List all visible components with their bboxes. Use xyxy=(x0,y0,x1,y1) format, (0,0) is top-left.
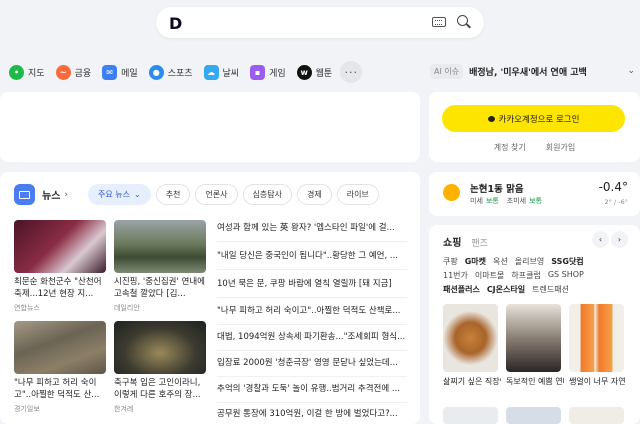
news-thumbnail[interactable] xyxy=(114,220,206,273)
search-input[interactable] xyxy=(192,13,422,32)
mall-link[interactable]: 이마트몰 xyxy=(475,270,504,281)
mall-link[interactable]: 트렌드패션 xyxy=(532,284,569,295)
mall-link[interactable]: 하프클럽 xyxy=(511,270,540,281)
sports-icon: ● xyxy=(148,64,164,80)
tab-press[interactable]: 언론사 xyxy=(195,184,238,205)
shopping-subtab[interactable]: 팬즈 xyxy=(471,236,488,249)
product-image[interactable] xyxy=(506,304,561,372)
headline-item[interactable]: 추억의 '경찰과 도둑' 놀이 유행..범거리 추격전에 ... xyxy=(217,375,407,403)
headline-item[interactable]: 공무원 통장에 310억원, 이걸 한 방에 벌었다고?... xyxy=(217,400,407,424)
product-image[interactable] xyxy=(569,407,624,424)
news-thumb-caption[interactable]: 축구복 입은 고인이라니, 이렇게 다른 호주의 장... xyxy=(114,377,206,401)
tab-live[interactable]: 라이브 xyxy=(336,184,379,205)
news-thumb-source: 한겨레 xyxy=(114,405,134,413)
shortcut-weather[interactable]: ☁ 날씨 xyxy=(201,60,243,84)
air-quality: 미세 보통 초미세 보통 xyxy=(470,197,542,205)
find-account-link[interactable]: 계정 찾기 xyxy=(494,142,526,153)
chevron-down-icon: ⌄ xyxy=(133,190,141,199)
map-icon: • xyxy=(9,64,24,80)
mall-link[interactable]: GS SHOP xyxy=(548,270,584,281)
news-thumb-source: 경기일보 xyxy=(14,405,40,413)
news-thumb-caption[interactable]: 시진핑, '중신집권' 연내에 고속철 깔았다 [김... xyxy=(114,276,206,300)
news-section: 뉴스 › 주요 뉴스 ⌄ 추천 언론사 심층탐사 경제 라이브 최문순 화천군수 … xyxy=(0,172,420,424)
mall-link[interactable]: 패션플러스 xyxy=(443,284,480,295)
news-thumbnail[interactable] xyxy=(14,220,106,273)
news-thumbnail[interactable] xyxy=(14,321,106,374)
mall-link[interactable]: 11번가 xyxy=(443,270,468,281)
mall-link[interactable]: G마켓 xyxy=(465,256,486,267)
chevron-left-icon[interactable]: ‹ xyxy=(592,231,609,248)
shortcut-mail[interactable]: ✉ 메일 xyxy=(99,60,141,84)
product-image[interactable] xyxy=(443,407,498,424)
product-image[interactable] xyxy=(569,304,624,372)
chevron-down-icon[interactable]: ⌄ xyxy=(627,66,635,76)
tab-economy[interactable]: 경제 xyxy=(296,184,332,205)
tab-indepth[interactable]: 심층탐사 xyxy=(242,184,292,205)
search-bar[interactable]: D xyxy=(156,7,484,38)
finance-icon: ~ xyxy=(55,64,71,80)
temperature-range: 2° / -6° xyxy=(604,198,628,206)
mall-link[interactable]: SSG닷컴 xyxy=(551,256,583,267)
more-icon[interactable]: ··· xyxy=(340,61,363,83)
weather-icon: ☁ xyxy=(203,64,219,80)
shortcut-map[interactable]: • 지도 xyxy=(6,60,48,84)
mall-links: 11번가 이마트몰 하프클럽 GS SHOP xyxy=(443,270,591,281)
headline-item[interactable]: 여성과 함께 있는 英 왕자? '엡스타인 파일'에 걸... xyxy=(217,214,407,242)
headline-item[interactable]: 10년 묵은 문, 쿠팡 바람에 열칙 열릴까 [돼 지금] xyxy=(217,270,407,298)
headline-item[interactable]: 입장료 2000원 '청춘극장' 영영 문닫나 싶었는데... xyxy=(217,349,407,377)
mail-icon: ✉ xyxy=(102,64,118,80)
news-thumb-caption[interactable]: 최문순 화천군수 "산천어축제...12년 현장 지... xyxy=(14,276,106,300)
mall-link[interactable]: 올리브영 xyxy=(515,256,544,267)
shortcut-webtoon[interactable]: w 웹툰 xyxy=(294,60,336,84)
news-thumbnail[interactable] xyxy=(114,321,206,374)
news-thumb-source: 데일리안 xyxy=(114,304,140,312)
signup-link[interactable]: 회원가입 xyxy=(546,142,575,153)
product-image[interactable] xyxy=(443,304,498,372)
tab-recommend[interactable]: 추천 xyxy=(155,184,191,205)
product-image[interactable] xyxy=(506,407,561,424)
ai-issue-ticker[interactable]: AI 이슈 배정남, '미우새'에서 연애 고백 ⌄ xyxy=(430,64,638,79)
mall-links: 쿠팡 G마켓 옥션 올리브영 SSG닷컴 xyxy=(443,256,591,267)
shortcut-sports[interactable]: ● 스포츠 xyxy=(146,60,196,84)
ai-issue-text[interactable]: 배정남, '미우새'에서 연애 고백 xyxy=(469,65,587,78)
sun-icon xyxy=(443,184,460,201)
daum-logo[interactable]: D xyxy=(169,14,182,33)
news-icon xyxy=(14,184,35,205)
mall-link[interactable]: CJ온스타일 xyxy=(487,284,525,295)
weather-location: 논현1동 맑음 xyxy=(470,184,524,195)
ai-issue-tag: AI 이슈 xyxy=(430,64,464,79)
current-temperature: -0.4° xyxy=(598,180,628,194)
search-icon[interactable] xyxy=(457,15,468,26)
headline-item[interactable]: 대법, 1094억원 상속세 파기환송..."조세회피 형식... xyxy=(217,323,407,351)
product-caption[interactable]: 삶찌기 싶은 직장인을 항... xyxy=(443,376,501,387)
webtoon-icon: w xyxy=(296,64,312,80)
shopping-section: 쇼핑 팬즈 ‹ › 쿠팡 G마켓 옥션 올리브영 SSG닷컴 11번가 이마트몰… xyxy=(429,225,640,424)
news-title[interactable]: 뉴스 xyxy=(42,187,60,202)
news-thumb-caption[interactable]: "나무 피하고 허리 숙이고"..아찔한 덕적도 산... xyxy=(14,377,106,401)
shortcut-game[interactable]: ▪ 게임 xyxy=(247,60,289,84)
banner-area xyxy=(0,92,420,162)
login-box: 카카오계정으로 로그인 계정 찾기 회원가입 xyxy=(429,92,640,162)
chevron-right-icon[interactable]: › xyxy=(611,231,628,248)
product-caption[interactable]: 독보적인 예쁨 연대급+... xyxy=(506,376,564,387)
mall-link[interactable]: 쿠팡 xyxy=(443,256,458,267)
headline-item[interactable]: "나무 피하고 허리 숙이고"..아찔한 덕적도 산책로... xyxy=(217,297,407,325)
keyboard-icon[interactable] xyxy=(432,17,446,27)
mall-links: 패션플러스 CJ온스타일 트렌드패션 xyxy=(443,284,576,295)
mall-link[interactable]: 옥션 xyxy=(493,256,508,267)
weather-widget[interactable]: 논현1동 맑음 미세 보통 초미세 보통 -0.4° 2° / -6° xyxy=(429,172,640,216)
kakao-login-button[interactable]: 카카오계정으로 로그인 xyxy=(442,105,625,132)
chevron-right-icon[interactable]: › xyxy=(64,190,68,200)
service-shortcuts: • 지도 ~ 금융 ✉ 메일 ● 스포츠 ☁ 날씨 ▪ 게임 w 웹툰 ··· xyxy=(6,60,363,84)
news-thumb-source: 연합뉴스 xyxy=(14,304,40,312)
shopping-title[interactable]: 쇼핑 xyxy=(443,234,461,249)
product-caption[interactable]: 쌩얼이 너무 자연 되기... xyxy=(569,376,627,387)
news-tabs: 주요 뉴스 ⌄ 추천 언론사 심층탐사 경제 라이브 xyxy=(88,184,384,205)
tab-main-news[interactable]: 주요 뉴스 ⌄ xyxy=(88,184,151,205)
headline-item[interactable]: "내일 당신은 중국인이 됩니다"..황당한 그 예언, ... xyxy=(217,242,407,270)
kakao-talk-icon xyxy=(487,115,495,122)
game-icon: ▪ xyxy=(250,64,266,80)
shortcut-finance[interactable]: ~ 금융 xyxy=(53,60,95,84)
